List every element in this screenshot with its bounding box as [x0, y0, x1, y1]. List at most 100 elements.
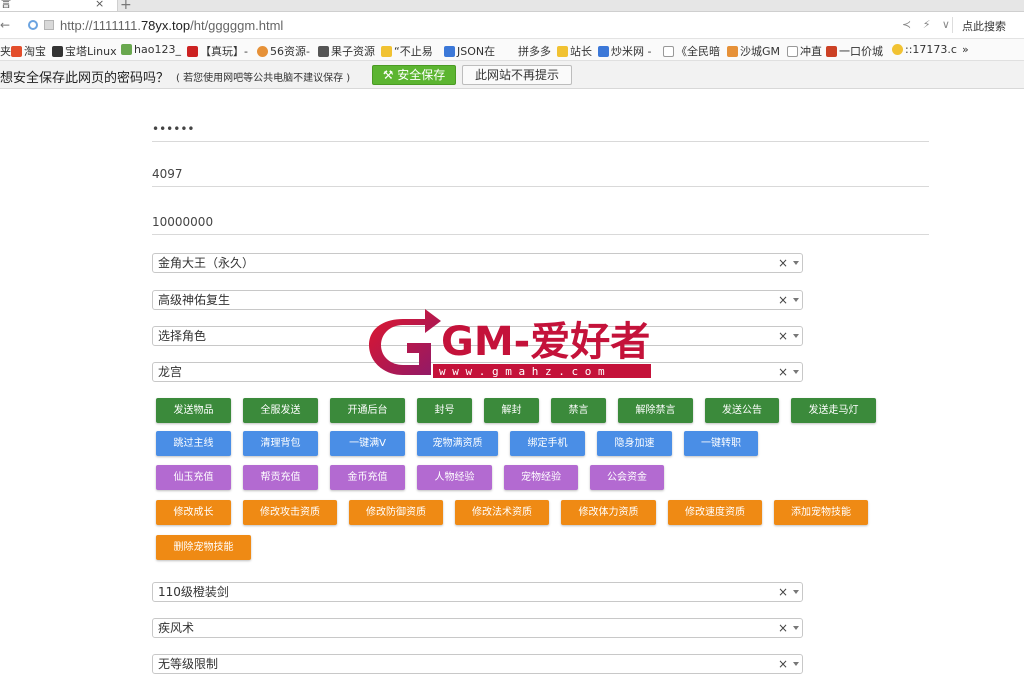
select-value: 无等级限制	[158, 657, 219, 671]
clear-icon[interactable]: ×	[778, 619, 788, 637]
bookmark-item[interactable]: 一口价城	[826, 43, 883, 59]
save-password-button[interactable]: ⚒ 安全保存	[372, 65, 456, 85]
send-item-button[interactable]: 发送物品	[156, 398, 231, 423]
tab-close-icon[interactable]: ×	[95, 0, 104, 9]
never-prompt-button[interactable]: 此网站不再提示	[462, 65, 572, 85]
password-field[interactable]: ••••••	[152, 116, 929, 142]
bookmark-item[interactable]: JSON在	[444, 43, 495, 59]
level-limit-select[interactable]: 无等级限制 ×	[152, 654, 803, 674]
select-value: 金角大王（永久）	[158, 256, 255, 270]
watermark-url: w w w . g m a h z . c o m	[439, 365, 605, 378]
modify-defense-aptitude-button[interactable]: 修改防御资质	[349, 500, 443, 525]
bookmark-label: ::17173.c	[905, 43, 957, 56]
browser-tab[interactable]: 言 ×	[0, 0, 118, 12]
bookmark-item[interactable]: 宝塔Linux	[52, 43, 117, 59]
bookmark-item[interactable]: 冲直	[787, 43, 822, 59]
recharge-contribution-button[interactable]: 帮贡充值	[243, 465, 318, 490]
item-select[interactable]: 金角大王（永久） ×	[152, 253, 803, 273]
modify-magic-aptitude-button[interactable]: 修改法术资质	[455, 500, 549, 525]
chevron-down-icon	[793, 261, 799, 265]
modify-stamina-aptitude-button[interactable]: 修改体力资质	[561, 500, 656, 525]
bookmark-item[interactable]: 【真玩】-	[187, 43, 248, 59]
password-save-bar: 想安全保存此网页的密码吗？ ( 若您使用网吧等公共电脑不建议保存 ) ⚒ 安全保…	[0, 61, 1024, 89]
bookmark-item[interactable]: 淘宝	[11, 43, 46, 59]
bookmarks-overflow-icon[interactable]: »	[962, 43, 969, 56]
bookmark-label: “不止易	[394, 45, 433, 58]
clear-bag-button[interactable]: 清理背包	[243, 431, 318, 456]
url-prefix: http://1111111.	[60, 18, 141, 33]
send-all-server-button[interactable]: 全服发送	[243, 398, 318, 423]
bookmark-label: 站长	[570, 45, 592, 58]
56-icon	[257, 46, 268, 57]
send-notice-button[interactable]: 发送公告	[705, 398, 779, 423]
search-button[interactable]: 点此搜索	[962, 18, 1006, 34]
bookmark-item[interactable]: 炒米网 -	[598, 43, 651, 59]
unban-account-button[interactable]: 解封	[484, 398, 539, 423]
17173-icon	[892, 44, 903, 55]
pet-exp-button[interactable]: 宠物经验	[504, 465, 578, 490]
open-backend-button[interactable]: 开通后台	[330, 398, 405, 423]
bookmark-item[interactable]: ::17173.c	[892, 43, 957, 56]
zhenwan-icon	[187, 46, 198, 57]
max-vip-button[interactable]: 一键满V	[330, 431, 405, 456]
pet-max-aptitude-button[interactable]: 宠物满资质	[417, 431, 498, 456]
back-icon[interactable]: ←	[0, 18, 10, 32]
bookmark-item[interactable]: hao123_	[121, 43, 181, 56]
recharge-gold-button[interactable]: 金币充值	[330, 465, 405, 490]
url-domain: 78yx.top	[140, 18, 191, 33]
chevron-down-icon	[793, 334, 799, 338]
chevron-down-icon	[793, 298, 799, 302]
clear-icon[interactable]: ×	[778, 291, 788, 309]
change-class-button[interactable]: 一键转职	[684, 431, 758, 456]
folder-icon	[557, 46, 568, 57]
skip-main-quest-button[interactable]: 跳过主线	[156, 431, 231, 456]
clear-icon[interactable]: ×	[778, 363, 788, 381]
modify-attack-aptitude-button[interactable]: 修改攻击资质	[243, 500, 337, 525]
tab-strip: 言 × +	[0, 0, 1024, 13]
quantity-field[interactable]: 10000000	[152, 209, 929, 235]
mute-button[interactable]: 禁言	[551, 398, 606, 423]
pet-skill-select[interactable]: 疾风术 ×	[152, 618, 803, 638]
address-tools-icons[interactable]: ≺ ⚡ ∨	[902, 18, 954, 31]
json-icon	[444, 46, 455, 57]
bookmark-item[interactable]: 沙城GM	[727, 43, 780, 59]
bt-icon	[52, 46, 63, 57]
bookmark-item[interactable]: 《全民暗	[663, 43, 720, 59]
bind-phone-button[interactable]: 绑定手机	[510, 431, 585, 456]
url-path: /ht/gggggm.html	[190, 18, 284, 33]
chevron-down-icon	[793, 590, 799, 594]
character-exp-button[interactable]: 人物经验	[417, 465, 492, 490]
watermark-logo: GM-爱好者 w w w . g m a h z . c o m	[363, 305, 653, 385]
delete-pet-skill-button[interactable]: 删除宠物技能	[156, 535, 251, 560]
modify-speed-aptitude-button[interactable]: 修改速度资质	[668, 500, 762, 525]
clear-icon[interactable]: ×	[778, 583, 788, 601]
bookmark-item[interactable]: 56资源-	[257, 43, 310, 59]
equipment-select[interactable]: 110级橙装剑 ×	[152, 582, 803, 602]
bookmark-item[interactable]: 站长	[557, 43, 592, 59]
role-id-field[interactable]: 4097	[152, 161, 929, 187]
url-input[interactable]: http://1111111.78yx.top/ht/gggggm.html	[60, 18, 283, 33]
select-value: 高级神佑复生	[158, 293, 231, 307]
add-pet-skill-button[interactable]: 添加宠物技能	[774, 500, 868, 525]
bookmark-label: 炒米网 -	[611, 45, 652, 58]
recharge-jade-button[interactable]: 仙玉充值	[156, 465, 231, 490]
ban-account-button[interactable]: 封号	[417, 398, 472, 423]
clear-icon[interactable]: ×	[778, 327, 788, 345]
send-marquee-button[interactable]: 发送走马灯	[791, 398, 876, 423]
chevron-down-icon	[793, 370, 799, 374]
unmute-button[interactable]: 解除禁言	[618, 398, 693, 423]
hao123-icon	[121, 44, 132, 55]
bookmark-item[interactable]: 果子资源	[318, 43, 375, 59]
bookmark-item[interactable]: “不止易	[381, 43, 433, 59]
bookmark-item[interactable]: 拼多多	[518, 43, 551, 59]
security-icon[interactable]	[28, 20, 38, 30]
clear-icon[interactable]: ×	[778, 655, 788, 673]
modify-growth-button[interactable]: 修改成长	[156, 500, 231, 525]
guild-funds-button[interactable]: 公会资金	[590, 465, 664, 490]
bookmark-label: 宝塔Linux	[65, 45, 117, 58]
bookmark-item[interactable]: 夹	[0, 43, 11, 59]
watermark-text: GM-爱好者	[441, 319, 650, 365]
clear-icon[interactable]: ×	[778, 254, 788, 272]
stealth-speed-button[interactable]: 隐身加速	[597, 431, 672, 456]
save-password-label: 安全保存	[397, 68, 446, 82]
